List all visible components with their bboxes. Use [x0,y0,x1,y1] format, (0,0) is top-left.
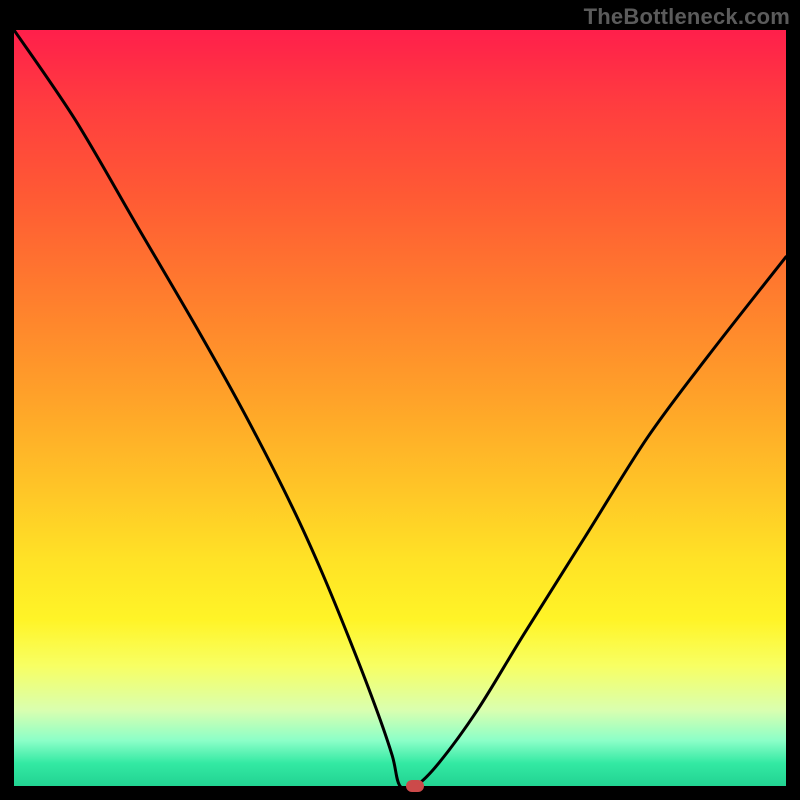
bottleneck-curve [14,30,786,786]
minimum-marker [406,780,424,792]
watermark-text: TheBottleneck.com [584,4,790,30]
chart-frame: TheBottleneck.com [0,0,800,800]
curve-svg [14,30,786,786]
plot-area [14,30,786,786]
